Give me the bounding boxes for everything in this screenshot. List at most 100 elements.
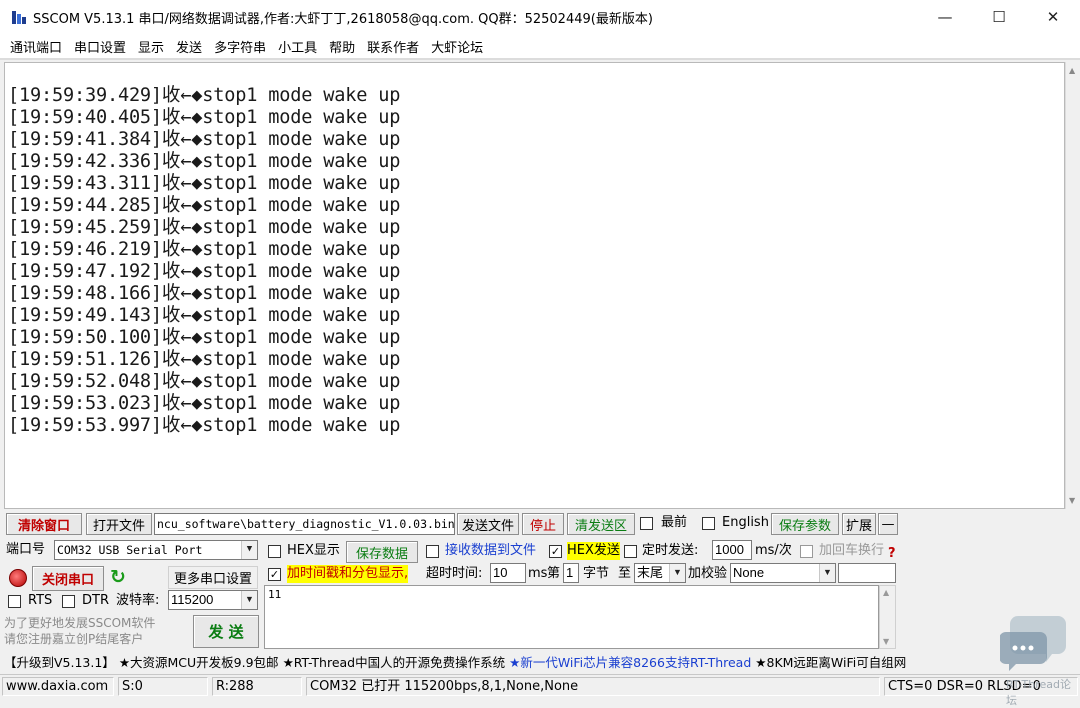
refresh-icon[interactable]: ↻ bbox=[110, 566, 126, 588]
clear-window-button[interactable]: 清除窗口 bbox=[6, 513, 82, 535]
send-file-button[interactable]: 发送文件 bbox=[457, 513, 519, 535]
help-question-icon[interactable]: ? bbox=[888, 546, 896, 561]
byte-start-input[interactable]: 1 bbox=[563, 563, 579, 583]
timeout-input[interactable]: 10 bbox=[490, 563, 526, 583]
english-checkbox[interactable] bbox=[702, 517, 715, 530]
close-port-button[interactable]: 关闭串口 bbox=[32, 566, 104, 591]
timestamp-checkbox[interactable]: ✓ bbox=[268, 568, 281, 581]
rts-checkbox[interactable] bbox=[8, 595, 21, 608]
watermark-text: RT-Thread论坛 bbox=[1006, 678, 1071, 707]
clear-send-button[interactable]: 清发送区 bbox=[567, 513, 635, 535]
menu-bar: 通讯端口 串口设置 显示 发送 多字符串 小工具 帮助 联系作者 大虾论坛 bbox=[0, 34, 1080, 58]
status-received-count: R:288 bbox=[212, 677, 302, 696]
recv-to-file-checkbox[interactable] bbox=[426, 545, 439, 558]
checksum-result-field[interactable] bbox=[838, 563, 896, 583]
baud-select[interactable]: 115200 ▼ bbox=[168, 590, 258, 610]
more-serial-settings-button[interactable]: 更多串口设置 bbox=[168, 566, 258, 589]
end-select[interactable]: 末尾 ▼ bbox=[634, 563, 686, 583]
status-website[interactable]: www.daxia.com bbox=[2, 677, 114, 696]
menu-contact-author[interactable]: 联系作者 bbox=[361, 37, 425, 56]
chevron-down-icon[interactable]: ▼ bbox=[241, 541, 257, 559]
marquee-item[interactable]: ★大资源MCU开发板9.9包邮 bbox=[119, 652, 279, 671]
stop-button[interactable]: 停止 bbox=[522, 513, 564, 535]
baud-select-value: 115200 bbox=[171, 592, 214, 607]
marquee-item[interactable]: ★RT-Thread中国人的开源免费操作系统 bbox=[283, 652, 506, 671]
marquee-item[interactable]: ★8KM远距离WiFi可自组网 bbox=[755, 652, 906, 671]
port-status-led-icon bbox=[9, 569, 27, 587]
marquee-item[interactable]: 【升级到V5.13.1】 bbox=[4, 652, 115, 671]
receive-line: [19:59:53.023]收←◆stop1 mode wake up bbox=[8, 393, 401, 414]
minimize-button[interactable]: — bbox=[918, 0, 972, 34]
chevron-down-icon[interactable]: ▼ bbox=[669, 564, 685, 582]
receive-scrollbar[interactable]: ▲ ▼ bbox=[1065, 62, 1080, 509]
add-crlf-label: 加回车换行 bbox=[819, 543, 885, 558]
rts-label: RTS bbox=[28, 593, 53, 608]
file-toolbar: 清除窗口 打开文件 ncu_software\battery_diagnosti… bbox=[6, 513, 1080, 536]
receive-line: [19:59:39.429]收←◆stop1 mode wake up bbox=[8, 85, 401, 106]
promo-marquee[interactable]: 【升级到V5.13.1】 ★大资源MCU开发板9.9包邮 ★RT-Thread中… bbox=[4, 651, 1004, 671]
timestamp-label: 加时间戳和分包显示, bbox=[287, 565, 409, 583]
dtr-label: DTR bbox=[82, 593, 109, 608]
end-select-value: 末尾 bbox=[637, 565, 664, 580]
hex-display-label: HEX显示 bbox=[287, 543, 340, 558]
status-port-info: COM32 已打开 115200bps,8,1,None,None bbox=[306, 677, 880, 696]
dtr-checkbox[interactable] bbox=[62, 595, 75, 608]
menu-comm-port[interactable]: 通讯端口 bbox=[4, 37, 68, 56]
menu-tools[interactable]: 小工具 bbox=[272, 37, 323, 56]
byte-prefix-label: 第 bbox=[547, 566, 561, 581]
hex-display-checkbox[interactable] bbox=[268, 545, 281, 558]
receive-line: [19:59:46.219]收←◆stop1 mode wake up bbox=[8, 239, 401, 260]
menu-divider bbox=[0, 58, 1080, 60]
checksum-select[interactable]: None ▼ bbox=[730, 563, 836, 583]
recv-to-file-label: 接收数据到文件 bbox=[445, 543, 537, 558]
save-data-button[interactable]: 保存数据 bbox=[346, 541, 418, 563]
scroll-up-icon[interactable]: ▲ bbox=[883, 588, 889, 597]
send-text-area[interactable]: 11 bbox=[264, 585, 879, 649]
menu-display[interactable]: 显示 bbox=[132, 37, 170, 56]
english-label: English bbox=[722, 515, 769, 530]
hex-send-label: HEX发送 bbox=[567, 542, 620, 560]
chevron-down-icon[interactable]: ▼ bbox=[819, 564, 835, 582]
status-bar: www.daxia.com S:0 R:288 COM32 已打开 115200… bbox=[0, 674, 1080, 697]
scroll-down-icon[interactable]: ▼ bbox=[1069, 496, 1075, 505]
chevron-down-icon[interactable]: ▼ bbox=[241, 591, 257, 609]
topmost-checkbox[interactable] bbox=[640, 517, 653, 530]
port-select[interactable]: COM32 USB Serial Port ▼ bbox=[54, 540, 258, 560]
menu-forum[interactable]: 大虾论坛 bbox=[425, 37, 489, 56]
send-button[interactable]: 发 送 bbox=[193, 615, 259, 648]
add-crlf-checkbox[interactable] bbox=[800, 545, 813, 558]
scroll-up-icon[interactable]: ▲ bbox=[1069, 66, 1075, 75]
receive-line: [19:59:47.192]收←◆stop1 mode wake up bbox=[8, 261, 401, 282]
menu-serial-settings[interactable]: 串口设置 bbox=[68, 37, 132, 56]
receive-line: [19:59:49.143]收←◆stop1 mode wake up bbox=[8, 305, 401, 326]
timed-send-checkbox[interactable] bbox=[624, 545, 637, 558]
receive-line: [19:59:53.997]收←◆stop1 mode wake up bbox=[8, 415, 401, 436]
hex-send-checkbox[interactable]: ✓ bbox=[549, 545, 562, 558]
receive-line: [19:59:43.311]收←◆stop1 mode wake up bbox=[8, 173, 401, 194]
receive-line: [19:59:41.384]收←◆stop1 mode wake up bbox=[8, 129, 401, 150]
marquee-item[interactable]: ★新一代WiFi芯片兼容8266支持RT-Thread bbox=[509, 652, 751, 671]
collapse-button[interactable]: — bbox=[878, 513, 898, 535]
close-button[interactable]: ✕ bbox=[1026, 0, 1080, 34]
timeout-label: 超时时间: bbox=[426, 566, 483, 581]
receive-line: [19:59:45.259]收←◆stop1 mode wake up bbox=[8, 217, 401, 238]
menu-send[interactable]: 发送 bbox=[170, 37, 208, 56]
window-title: SSCOM V5.13.1 串口/网络数据调试器,作者:大虾丁丁,2618058… bbox=[33, 11, 653, 27]
expand-button[interactable]: 扩展 bbox=[842, 513, 876, 535]
save-params-button[interactable]: 保存参数 bbox=[771, 513, 839, 535]
receive-line: [19:59:50.100]收←◆stop1 mode wake up bbox=[8, 327, 401, 348]
menu-multi-string[interactable]: 多字符串 bbox=[208, 37, 272, 56]
interval-input[interactable]: 1000 bbox=[712, 540, 752, 560]
status-sent-count: S:0 bbox=[118, 677, 208, 696]
send-scrollbar[interactable]: ▲ ▼ bbox=[879, 585, 896, 649]
menu-help[interactable]: 帮助 bbox=[323, 37, 361, 56]
scroll-down-icon[interactable]: ▼ bbox=[883, 637, 889, 646]
receive-line: [19:59:52.048]收←◆stop1 mode wake up bbox=[8, 371, 401, 392]
maximize-button[interactable]: ☐ bbox=[972, 0, 1026, 34]
open-file-button[interactable]: 打开文件 bbox=[86, 513, 152, 535]
topmost-label: 最前 bbox=[661, 515, 688, 530]
receive-text-area[interactable]: [19:59:39.429]收←◆stop1 mode wake up [19:… bbox=[4, 62, 1065, 509]
promo-text[interactable]: 为了更好地发展SSCOM软件 请您注册嘉立创P结尾客户 bbox=[4, 615, 190, 649]
file-path-field[interactable]: ncu_software\battery_diagnostic_V1.0.03.… bbox=[154, 513, 455, 535]
to-label: 至 bbox=[618, 566, 632, 581]
